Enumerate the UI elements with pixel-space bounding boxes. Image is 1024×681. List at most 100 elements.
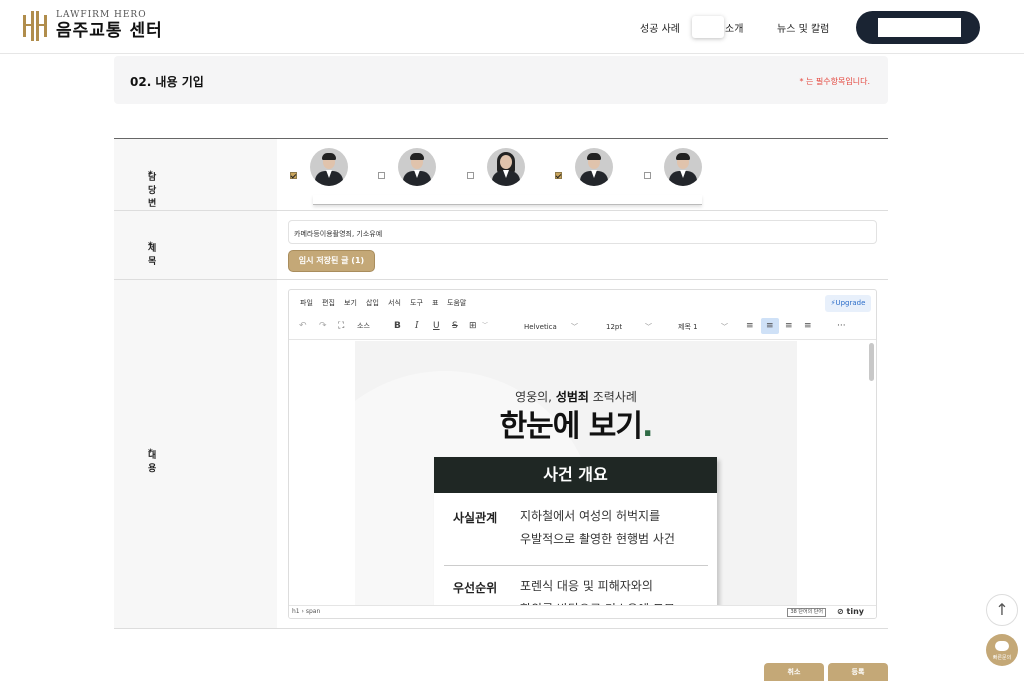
strikethrough-icon[interactable]: S: [452, 320, 458, 332]
underline-icon[interactable]: U: [433, 320, 440, 332]
case-summary-card: 사건 개요 사실관계 지하철에서 여성의 허벅지를 우발적으로 촬영한 현행범 …: [434, 457, 717, 606]
more-icon[interactable]: ···: [837, 320, 846, 332]
lawyer-scroll-strip: [313, 195, 702, 205]
section-title: 02. 내용 기입: [130, 75, 204, 89]
content-image: 영웅의, 성범죄 조력사례 한눈에 보기. 사건 개요 사실관계 지하철에서 여…: [355, 341, 797, 606]
content-row: 내용 * 파일 편집 보기 삽입 서식 도구 표 도움말 ⚡Upgrade ↶ …: [114, 280, 888, 629]
tiny-logo-icon: ⊘: [837, 607, 844, 616]
submit-button[interactable]: 등록: [828, 663, 888, 681]
chevron-down-icon: ﹀: [721, 323, 728, 331]
lawyer-checkbox-4[interactable]: [555, 172, 562, 179]
upgrade-button[interactable]: ⚡Upgrade: [825, 295, 871, 312]
block-format-value: 제목 1: [678, 323, 698, 331]
arrow-up-icon: ↑: [995, 600, 1009, 619]
title-input[interactable]: 카메라등이용촬영죄, 기소유예: [288, 220, 877, 244]
lawyer-checkbox-3[interactable]: [467, 172, 474, 179]
menu-insert[interactable]: 삽입: [366, 298, 379, 308]
menu-format[interactable]: 서식: [388, 298, 401, 308]
block-format-select[interactable]: 제목 1 ﹀: [658, 320, 728, 334]
nav-about[interactable]: 소개: [725, 20, 743, 35]
quick-inquiry-label: 빠른문의: [992, 655, 1012, 661]
italic-icon[interactable]: I: [415, 320, 419, 332]
site-header: LAWFIRM HERO 음주교통 센터 성공 사례 소개 뉴스 및 칼럼: [0, 0, 1024, 54]
menu-view[interactable]: 보기: [344, 298, 357, 308]
source-button[interactable]: 소스: [357, 320, 370, 332]
lawyer-checkbox-2[interactable]: [378, 172, 385, 179]
required-mark: *: [148, 170, 153, 180]
justify-icon[interactable]: ≡: [804, 320, 812, 332]
font-size-value: 12pt: [606, 323, 623, 331]
menu-table[interactable]: 표: [432, 298, 438, 308]
content-label-cell: 내용 *: [114, 280, 277, 628]
font-family-select[interactable]: Helvetica ﹀: [508, 320, 578, 334]
content-form: 담당 변호사 * 제목 * 카메라등이용촬영죄, 기소유예 임시 저장된: [114, 138, 888, 629]
editor-toolbar: ↶ ↷ ⛶ 소스 B I U S ⊞ ﹀ Helvetica ﹀ 12pt ﹀: [289, 314, 876, 340]
title-label-cell: 제목 *: [114, 211, 277, 279]
editor-statusbar: h1 › span 38 단어의 단어 ⊘ tiny: [289, 605, 876, 618]
menu-tools[interactable]: 도구: [410, 298, 423, 308]
required-mark: *: [148, 448, 153, 458]
logo-en: LAWFIRM HERO: [56, 10, 147, 20]
rich-text-editor[interactable]: 파일 편집 보기 삽입 서식 도구 표 도움말 ⚡Upgrade ↶ ↷ ⛶ 소…: [288, 289, 877, 619]
lawyer-row: 담당 변호사 *: [114, 139, 888, 235]
scroll-top-button[interactable]: ↑: [986, 594, 1018, 626]
chat-bubble-icon: [995, 641, 1009, 651]
logo-ko: 음주교통 센터: [56, 21, 163, 41]
table-chevron-icon[interactable]: ﹀: [482, 320, 488, 332]
logo-mark-icon: [23, 11, 47, 41]
tiny-brand-text: tiny: [846, 607, 864, 616]
undo-icon[interactable]: ↶: [299, 320, 307, 332]
draft-button[interactable]: 임시 저장된 글 (1): [288, 250, 375, 272]
align-left-icon[interactable]: ≡: [746, 320, 754, 332]
doc-heading-dot: .: [642, 409, 653, 444]
lawyer-avatar-3: [487, 148, 525, 186]
font-size-select[interactable]: 12pt ﹀: [582, 320, 652, 334]
lawyer-avatar-5: [664, 148, 702, 186]
menu-edit[interactable]: 편집: [322, 298, 335, 308]
logo[interactable]: LAWFIRM HERO 음주교통 센터: [22, 10, 163, 42]
nav-news[interactable]: 뉴스 및 칼럼: [777, 20, 829, 35]
required-note: * 는 필수항목입니다.: [799, 77, 870, 86]
header-cta-button[interactable]: [856, 11, 980, 44]
required-mark: *: [148, 241, 153, 251]
card-key-2: 우선순위: [453, 581, 498, 595]
editor-menubar: 파일 편집 보기 삽입 서식 도구 표 도움말 ⚡Upgrade: [289, 290, 876, 314]
cancel-button[interactable]: 취소: [764, 663, 824, 681]
bold-icon[interactable]: B: [394, 320, 401, 332]
card-key-1: 사실관계: [453, 511, 498, 525]
doc-heading: 한눈에 보기.: [355, 401, 797, 445]
lawyer-checkbox-1[interactable]: [290, 172, 297, 179]
lawyer-label-cell: 담당 변호사 *: [114, 139, 277, 235]
card-title: 사건 개요: [434, 457, 717, 493]
table-icon[interactable]: ⊞: [469, 320, 477, 332]
header-cta-mask: [878, 18, 961, 37]
lawyer-checkbox-5[interactable]: [644, 172, 651, 179]
lawyer-avatar-4: [575, 148, 613, 186]
word-count[interactable]: 38 단어의 단어: [787, 608, 826, 617]
title-row: 제목 * 카메라등이용촬영죄, 기소유예 임시 저장된 글 (1): [114, 211, 888, 280]
quick-inquiry-button[interactable]: 빠른문의: [986, 634, 1018, 666]
fullscreen-icon[interactable]: ⛶: [338, 320, 344, 332]
element-path[interactable]: h1 › span: [292, 608, 320, 615]
lawyer-avatar-2: [398, 148, 436, 186]
editor-content[interactable]: 영웅의, 성범죄 조력사례 한눈에 보기. 사건 개요 사실관계 지하철에서 여…: [289, 341, 876, 606]
chevron-down-icon: ﹀: [571, 323, 578, 331]
menu-file[interactable]: 파일: [300, 298, 313, 308]
card-value-1b: 우발적으로 촬영한 현행범 사건: [520, 532, 675, 546]
section-heading: 02. 내용 기입 * 는 필수항목입니다.: [114, 56, 888, 104]
lawyer-avatar-1: [310, 148, 348, 186]
nav-success-cases[interactable]: 성공 사례: [640, 20, 680, 35]
card-divider: [444, 565, 708, 566]
menu-help[interactable]: 도움말: [447, 298, 466, 308]
nav-popup: [692, 16, 724, 38]
card-value-1a: 지하철에서 여성의 허벅지를: [520, 509, 661, 523]
align-center-icon[interactable]: ≡: [766, 320, 774, 332]
align-right-icon[interactable]: ≡: [785, 320, 793, 332]
tiny-brand[interactable]: ⊘ tiny: [837, 607, 864, 616]
redo-icon[interactable]: ↷: [319, 320, 327, 332]
editor-scrollbar[interactable]: [869, 343, 874, 381]
card-value-2a: 포렌식 대응 및 피해자와의: [520, 579, 653, 593]
doc-heading-text: 한눈에 보기: [499, 409, 643, 444]
chevron-down-icon: ﹀: [645, 323, 652, 331]
font-family-value: Helvetica: [524, 323, 557, 331]
